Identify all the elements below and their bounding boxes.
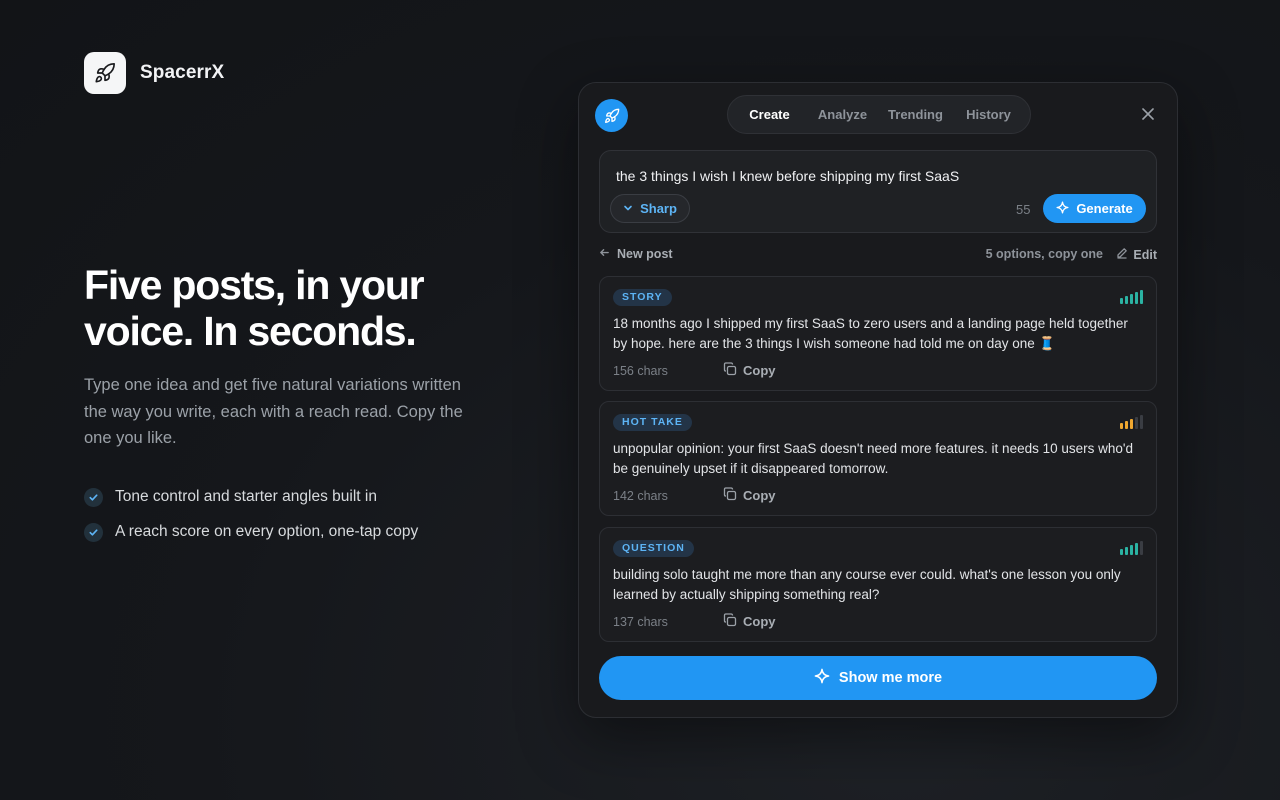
feature-list: Tone control and starter angles built in… — [84, 480, 504, 550]
new-post-link[interactable]: New post — [599, 247, 673, 261]
reach-bar — [1130, 419, 1133, 429]
tab-analyze[interactable]: Analyze — [806, 100, 879, 129]
pencil-icon — [1116, 247, 1128, 262]
reach-bar — [1120, 423, 1123, 429]
reach-bar — [1125, 421, 1128, 429]
close-icon[interactable] — [1139, 105, 1157, 123]
check-icon — [84, 487, 103, 507]
reach-score — [1120, 290, 1143, 304]
generate-label: Generate — [1076, 201, 1133, 216]
results-toolbar: New post 5 options, copy one Edit — [599, 247, 1157, 263]
copy-button[interactable]: Copy — [723, 613, 776, 630]
reach-score — [1120, 415, 1143, 429]
copy-icon — [723, 613, 737, 630]
post-card: STORY 18 months ago I shipped my first S… — [599, 276, 1157, 391]
copy-button[interactable]: Copy — [723, 362, 776, 379]
reach-bar — [1135, 292, 1138, 304]
post-char-count: 137 chars — [613, 614, 668, 629]
reach-bar — [1140, 541, 1143, 555]
hero-subtitle: Type one idea and get five natural varia… — [84, 376, 463, 447]
reach-bar — [1125, 296, 1128, 304]
copy-icon — [723, 487, 737, 504]
copy-label: Copy — [743, 614, 776, 629]
composer-panel: Create Analyze Trending History the 3 th… — [578, 82, 1178, 718]
rocket-icon — [595, 99, 628, 132]
tone-dropdown[interactable]: Sharp — [610, 194, 690, 223]
reach-bar — [1120, 298, 1123, 304]
brand-name: SpacerrX — [140, 62, 225, 83]
copy-button[interactable]: Copy — [723, 487, 776, 504]
post-footer: 156 chars Copy — [613, 362, 776, 379]
post-tag: QUESTION — [613, 540, 694, 557]
sparkle-icon — [1056, 200, 1069, 217]
hero: Five posts, in your voice. In seconds. T… — [84, 262, 504, 550]
copy-icon — [723, 362, 737, 379]
edit-button[interactable]: Edit — [1116, 247, 1157, 262]
feature-item: Tone control and starter angles built in — [84, 480, 504, 515]
rocket-icon — [84, 52, 126, 94]
feature-label: Tone control and starter angles built in — [115, 488, 377, 505]
post-char-count: 142 chars — [613, 488, 668, 503]
reach-bar — [1135, 543, 1138, 555]
prompt-composer[interactable]: the 3 things I wish I knew before shippi… — [599, 150, 1157, 233]
new-post-label: New post — [617, 247, 673, 261]
post-footer: 137 chars Copy — [613, 613, 776, 630]
reach-bar — [1120, 549, 1123, 555]
reach-bar — [1140, 290, 1143, 304]
show-more-button[interactable]: Show me more — [599, 656, 1157, 700]
copy-label: Copy — [743, 363, 776, 378]
edit-label: Edit — [1133, 247, 1157, 262]
reach-bar — [1130, 294, 1133, 304]
hero-title-line1: Five posts, in your — [84, 262, 425, 308]
copy-label: Copy — [743, 488, 776, 503]
tab-trending[interactable]: Trending — [879, 100, 952, 129]
post-footer: 142 chars Copy — [613, 487, 776, 504]
post-char-count: 156 chars — [613, 363, 668, 378]
prompt-input[interactable]: the 3 things I wish I knew before shippi… — [616, 168, 959, 184]
reach-bar — [1140, 415, 1143, 429]
chevron-down-icon — [623, 201, 633, 216]
post-tag: STORY — [613, 289, 672, 306]
hero-title-line2: voice. In seconds. — [84, 308, 417, 354]
reach-bar — [1125, 547, 1128, 555]
reach-bar — [1135, 417, 1138, 429]
tone-label: Sharp — [640, 201, 677, 216]
reach-bar — [1130, 545, 1133, 555]
hero-title: Five posts, in your voice. In seconds. — [84, 262, 504, 354]
generate-button[interactable]: Generate — [1043, 194, 1146, 223]
post-tag: HOT TAKE — [613, 414, 692, 431]
tab-create[interactable]: Create — [733, 100, 806, 129]
reach-score — [1120, 541, 1143, 555]
post-card: HOT TAKE unpopular opinion: your first S… — [599, 401, 1157, 516]
post-text: unpopular opinion: your first SaaS doesn… — [613, 441, 1133, 476]
options-note: 5 options, copy one — [985, 247, 1103, 261]
check-icon — [84, 522, 103, 542]
brand: SpacerrX — [84, 52, 224, 94]
tab-bar: Create Analyze Trending History — [727, 95, 1031, 134]
tab-history[interactable]: History — [952, 100, 1025, 129]
post-text: building solo taught me more than any co… — [613, 567, 1121, 602]
char-count: 55 — [1016, 202, 1031, 217]
post-text: 18 months ago I shipped my first SaaS to… — [613, 316, 1128, 351]
feature-item: A reach score on every option, one-tap c… — [84, 515, 504, 550]
arrow-left-icon — [599, 247, 610, 261]
post-card: QUESTION building solo taught me more th… — [599, 527, 1157, 642]
sparkle-icon — [814, 668, 830, 688]
feature-label: A reach score on every option, one-tap c… — [115, 523, 419, 540]
show-more-label: Show me more — [838, 670, 943, 686]
